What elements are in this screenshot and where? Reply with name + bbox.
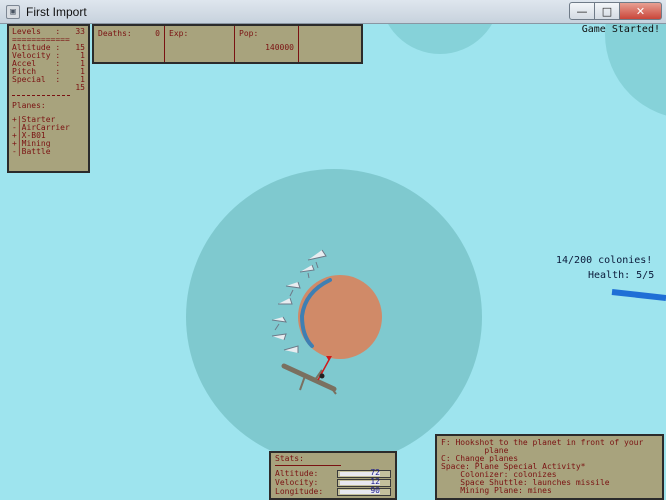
plane-item-battle[interactable]: -|Battle: [12, 148, 85, 156]
stats-total: 15: [75, 83, 85, 92]
flight-stat-longitude: Longitude: 90: [275, 485, 391, 496]
flight-stats-panel: Stats: Altitude: 72 Velocity: 12 Longitu…: [269, 451, 397, 500]
planes-label: Planes:: [12, 101, 46, 110]
stats-divider: [12, 92, 70, 96]
flight-stat-gauge: 12: [337, 476, 391, 487]
flight-stat-label: Velocity:: [275, 477, 319, 487]
pop-cell: Pop: 140000: [235, 26, 299, 62]
window-title: First Import: [26, 4, 87, 19]
flight-stat-value: 12: [370, 476, 380, 486]
health-bar: [611, 289, 666, 301]
pop-label: Pop:: [239, 29, 259, 38]
stat-row-special[interactable]: Special : 1: [12, 76, 85, 84]
flight-stats-title: Stats:: [275, 455, 341, 466]
stat-label: Special: [12, 75, 46, 84]
distant-planet-atmosphere: [388, 24, 492, 54]
deaths-label: Deaths:: [98, 29, 132, 38]
flight-stat-value: 72: [370, 467, 380, 477]
empty-cell: [299, 26, 361, 62]
window-controls: — □ ✕: [569, 2, 662, 20]
maximize-button[interactable]: □: [595, 2, 620, 20]
close-button[interactable]: ✕: [620, 2, 662, 20]
help-line: Mining Plane: mines: [441, 486, 552, 495]
exp-label: Exp:: [169, 29, 189, 38]
controls-help-panel: F: Hookshot to the planet in front of yo…: [435, 434, 664, 500]
exp-cell: Exp:: [165, 26, 235, 62]
flight-stat-gauge: 72: [337, 467, 391, 478]
health-text: Health: 5/5: [588, 270, 655, 281]
player-stats-panel: Levels : 33 ============ Altitude : 15 V…: [7, 24, 90, 173]
app-icon: ▣: [6, 4, 20, 19]
colonies-counter: 14/200 colonies!: [556, 255, 653, 266]
flight-stat-label: Altitude:: [275, 468, 319, 478]
deaths-cell: Deaths: 0: [94, 26, 165, 62]
flight-stat-value: 90: [370, 485, 380, 495]
stat-colon: :: [55, 75, 61, 84]
game-status-text: Game Started!: [581, 24, 660, 35]
window-titlebar[interactable]: ▣ First Import — □ ✕: [0, 0, 666, 24]
deaths-value: 0: [155, 29, 160, 38]
stats-total-row: 15: [12, 84, 85, 92]
pop-value: 140000: [265, 43, 294, 52]
score-bar: Deaths: 0 Exp: Pop: 140000: [92, 24, 363, 64]
flight-stat-label: Longitude:: [275, 486, 324, 496]
minimize-button[interactable]: —: [569, 2, 595, 20]
flight-stat-gauge: 90: [337, 485, 391, 496]
distant-planet-atmosphere: [605, 24, 666, 116]
